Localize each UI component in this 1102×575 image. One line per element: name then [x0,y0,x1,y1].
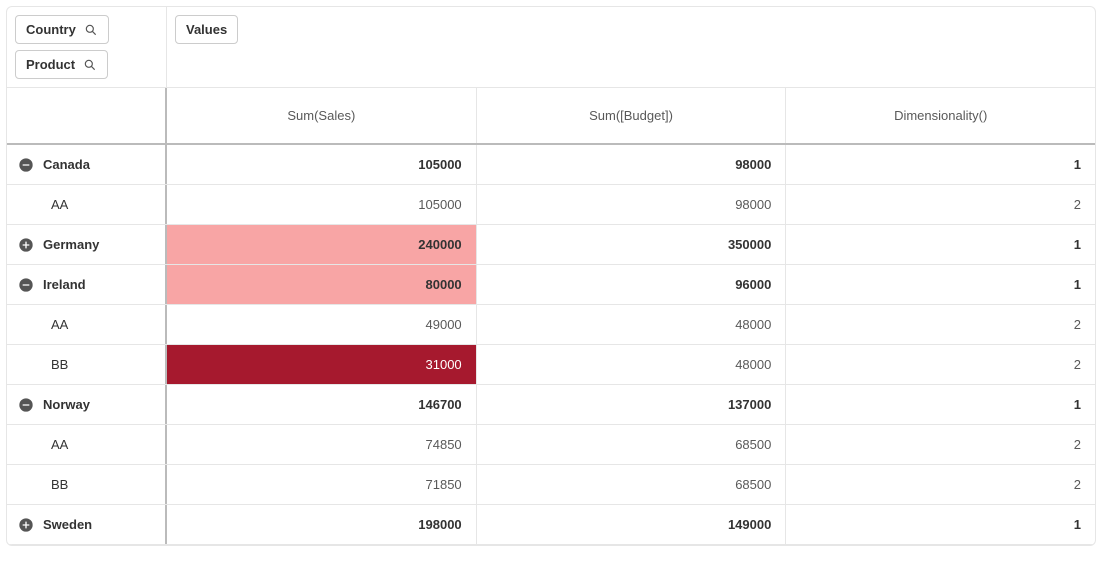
cell[interactable]: 48000 [477,345,787,384]
dimension-product-button[interactable]: Product [15,50,108,79]
table-row: AA 74850685002 [7,425,1095,465]
column-header-spacer [7,88,167,143]
cell[interactable]: 71850 [167,465,477,504]
row-label: Norway [43,397,90,412]
collapse-icon[interactable] [17,396,35,414]
table-row: AA 105000980002 [7,185,1095,225]
row-header[interactable]: AA [7,185,167,224]
row-label: BB [51,357,68,372]
row-header[interactable]: AA [7,425,167,464]
cell[interactable]: 137000 [477,385,787,424]
column-header-sales[interactable]: Sum(Sales) [167,88,477,143]
cell[interactable]: 74850 [167,425,477,464]
row-header[interactable]: Germany [7,225,167,264]
table-body: Canada105000980001AA105000980002Germany2… [7,145,1095,545]
dimension-country-button[interactable]: Country [15,15,109,44]
table-row: AA 49000480002 [7,305,1095,345]
row-header[interactable]: Sweden [7,505,167,544]
row-dimensions: Country Product [7,7,167,87]
collapse-icon[interactable] [17,156,35,174]
pivot-table: Country Product Values Sum(Sales) Sum([B… [6,6,1096,546]
cell[interactable]: 48000 [477,305,787,344]
column-dimensions: Values [167,7,1095,87]
row-header[interactable]: Canada [7,145,167,184]
row-header[interactable]: Ireland [7,265,167,304]
dimension-pane: Country Product Values [7,7,1095,88]
column-headers: Sum(Sales) Sum([Budget]) Dimensionality(… [7,88,1095,145]
expand-icon[interactable] [17,236,35,254]
table-row: Canada 105000980001 [7,145,1095,185]
cell[interactable]: 31000 [167,345,477,384]
row-header[interactable]: AA [7,305,167,344]
cell[interactable]: 2 [786,465,1095,504]
cell[interactable]: 105000 [167,145,477,184]
row-label: Ireland [43,277,86,292]
cell[interactable]: 1 [786,145,1095,184]
table-row: Norway 1467001370001 [7,385,1095,425]
row-label: Canada [43,157,90,172]
search-icon [84,23,98,37]
table-row: Germany 2400003500001 [7,225,1095,265]
row-label: AA [51,437,68,452]
row-label: Sweden [43,517,92,532]
cell[interactable]: 2 [786,345,1095,384]
row-header[interactable]: BB [7,465,167,504]
cell[interactable]: 2 [786,185,1095,224]
row-label: AA [51,317,68,332]
cell[interactable]: 146700 [167,385,477,424]
cell[interactable]: 68500 [477,465,787,504]
cell[interactable]: 1 [786,505,1095,544]
cell[interactable]: 49000 [167,305,477,344]
row-label: Germany [43,237,99,252]
dimension-values-button[interactable]: Values [175,15,238,44]
expand-icon[interactable] [17,516,35,534]
dimension-country-label: Country [26,22,76,37]
collapse-icon[interactable] [17,276,35,294]
cell[interactable]: 2 [786,425,1095,464]
table-row: BB 31000480002 [7,345,1095,385]
cell[interactable]: 350000 [477,225,787,264]
cell[interactable]: 2 [786,305,1095,344]
row-header[interactable]: Norway [7,385,167,424]
cell[interactable]: 80000 [167,265,477,304]
column-header-dim[interactable]: Dimensionality() [786,88,1095,143]
row-label: BB [51,477,68,492]
row-label: AA [51,197,68,212]
column-header-budget[interactable]: Sum([Budget]) [477,88,787,143]
table-row: Sweden 1980001490001 [7,505,1095,545]
cell[interactable]: 198000 [167,505,477,544]
cell[interactable]: 98000 [477,185,787,224]
dimension-product-label: Product [26,57,75,72]
search-icon [83,58,97,72]
table-row: BB 71850685002 [7,465,1095,505]
cell[interactable]: 1 [786,265,1095,304]
cell[interactable]: 1 [786,385,1095,424]
cell[interactable]: 1 [786,225,1095,264]
cell[interactable]: 240000 [167,225,477,264]
cell[interactable]: 149000 [477,505,787,544]
dimension-values-label: Values [186,22,227,37]
cell[interactable]: 96000 [477,265,787,304]
cell[interactable]: 98000 [477,145,787,184]
cell[interactable]: 68500 [477,425,787,464]
cell[interactable]: 105000 [167,185,477,224]
row-header[interactable]: BB [7,345,167,384]
table-row: Ireland 80000960001 [7,265,1095,305]
